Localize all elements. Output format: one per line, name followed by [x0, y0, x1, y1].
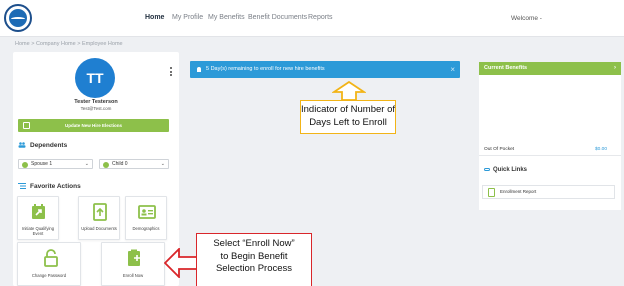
- chevron-right-icon: ›: [614, 65, 616, 71]
- quick-link-enrollment-report[interactable]: Enrollment Report: [482, 185, 615, 199]
- nav-my-profile[interactable]: My Profile: [172, 14, 203, 21]
- tile-enroll-now[interactable]: Enroll Now: [101, 242, 165, 286]
- dependents-heading: Dependents: [18, 142, 67, 149]
- dependents-title: Dependents: [30, 142, 68, 149]
- tile-label: Initiate Qualifying Event: [21, 226, 55, 237]
- tile-label: Change Password: [31, 273, 67, 278]
- annotation-line: Days Left to Enroll: [309, 116, 387, 128]
- spouse-select[interactable]: Spouse 1 ⌄: [18, 159, 93, 169]
- tile-demographics[interactable]: Demographics: [125, 196, 167, 240]
- current-benefits-title: Current Benefits: [484, 65, 528, 71]
- quick-link-label: Enrollment Report: [500, 189, 537, 194]
- annotation-line: Indicator of Number of: [301, 104, 395, 115]
- document-icon: [488, 188, 495, 197]
- annotation-up-arrow-icon: [332, 81, 366, 101]
- update-elections-button[interactable]: Update New Hire Elections: [18, 119, 169, 132]
- logo-globe-icon: [9, 9, 27, 27]
- profile-panel: TT Tester Testerson Test@Test.com Update…: [13, 52, 179, 286]
- favorite-actions-title: Favorite Actions: [30, 183, 81, 190]
- child-select[interactable]: Child 0 ⌄: [99, 159, 169, 169]
- out-of-pocket-label: Out Of Pocket: [484, 147, 515, 152]
- quick-links-title: Quick Links: [493, 167, 528, 173]
- nav-my-benefits[interactable]: My Benefits: [208, 14, 245, 21]
- people-icon: [18, 142, 26, 149]
- nav-benefit-documents[interactable]: Benefit Documents: [248, 14, 307, 21]
- tile-label: Upload Documents: [81, 226, 117, 231]
- company-logo[interactable]: [4, 4, 32, 32]
- tile-upload-documents[interactable]: Upload Documents: [78, 196, 120, 240]
- enrollment-banner: 5 Day(s) remaining to enroll for new hir…: [190, 61, 460, 78]
- divider: [479, 155, 621, 156]
- spouse-select-value: Spouse 1: [31, 161, 53, 167]
- update-elections-label: Update New Hire Elections: [64, 123, 122, 128]
- list-icon: [18, 183, 26, 190]
- annotation-days-indicator: Indicator of Number of Days Left to Enro…: [300, 100, 396, 134]
- nav-home[interactable]: Home: [145, 14, 164, 21]
- more-options-icon[interactable]: [170, 67, 173, 78]
- tile-initiate-qualifying-event[interactable]: Initiate Qualifying Event: [17, 196, 59, 240]
- smiley-icon: [22, 161, 28, 168]
- id-card-icon: [138, 205, 156, 219]
- tile-change-password[interactable]: Change Password: [17, 242, 81, 286]
- enroll-clipboard-icon: [128, 249, 140, 266]
- tile-label: Demographics: [132, 226, 160, 231]
- close-icon[interactable]: ×: [450, 61, 455, 78]
- child-select-value: Child 0: [112, 161, 128, 167]
- favorite-actions-heading: Favorite Actions: [18, 183, 81, 190]
- tile-label: Enroll Now: [122, 273, 144, 278]
- unlock-icon: [44, 249, 58, 267]
- user-name: Tester Testerson: [74, 99, 118, 105]
- out-of-pocket-value: $0.00: [595, 147, 608, 152]
- chevron-down-icon: ⌄: [160, 160, 165, 167]
- calendar-arrow-icon: [32, 204, 45, 219]
- annotation-left-arrow-icon: [164, 248, 198, 278]
- bell-icon: [197, 67, 201, 72]
- link-icon: [484, 167, 490, 171]
- welcome-text: Welcome -: [511, 15, 542, 22]
- chevron-down-icon: ⌄: [84, 160, 89, 167]
- annotation-line: Select “Enroll Now”: [213, 238, 295, 249]
- annotation-enroll-now: Select “Enroll Now” to Begin Benefit Sel…: [196, 233, 312, 286]
- annotation-line: to Begin Benefit: [220, 250, 288, 262]
- current-benefits-header[interactable]: Current Benefits ›: [479, 62, 621, 75]
- upload-icon: [93, 203, 107, 221]
- user-email: Test@Test.com: [80, 106, 112, 111]
- banner-text: 5 Day(s) remaining to enroll for new hir…: [206, 66, 325, 72]
- breadcrumb: Home > Company Home > Employee Home: [15, 41, 123, 47]
- annotation-line: Selection Process: [215, 263, 293, 274]
- smiley-icon: [103, 161, 109, 168]
- calendar-icon: [23, 122, 30, 129]
- top-header: Home My Profile My Benefits Benefit Docu…: [0, 0, 624, 37]
- quick-links-heading: Quick Links: [484, 167, 527, 173]
- nav-reports[interactable]: Reports: [308, 14, 333, 21]
- avatar: TT: [75, 58, 115, 98]
